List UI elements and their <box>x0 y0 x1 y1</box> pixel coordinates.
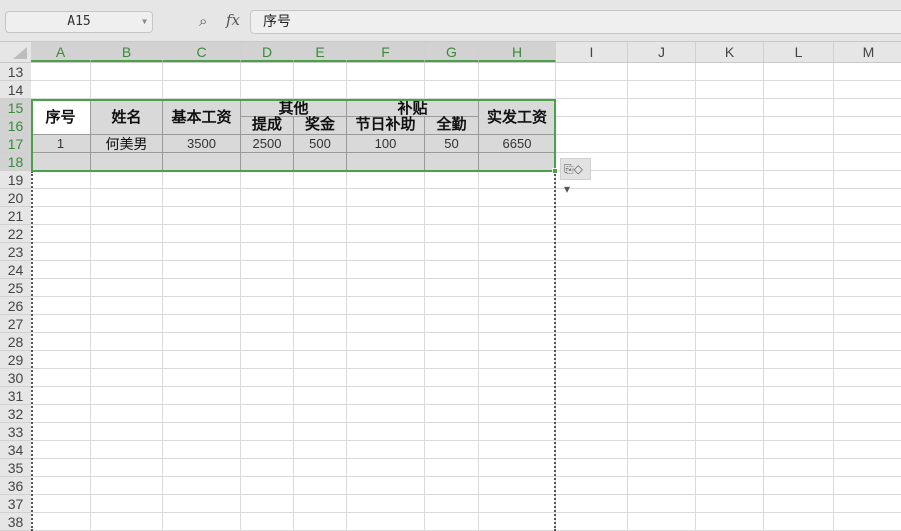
row-header-16[interactable]: 16 <box>0 117 31 135</box>
cell-bonus[interactable]: 500 <box>294 135 347 153</box>
header-attendance[interactable]: 全勤 <box>425 115 479 135</box>
empty-cell[interactable] <box>241 153 294 171</box>
column-header-J[interactable]: J <box>628 42 696 62</box>
grid-line <box>31 368 901 369</box>
formula-bar: A15 ▼ ⌕ fx 序号 <box>0 0 901 42</box>
grid-line <box>31 188 901 189</box>
cell-holiday[interactable]: 100 <box>347 135 425 153</box>
grid-line <box>31 80 901 81</box>
row-header-15[interactable]: 15 <box>0 99 31 117</box>
header-bonus[interactable]: 奖金 <box>294 115 347 135</box>
row-header-37[interactable]: 37 <box>0 495 31 513</box>
fx-label[interactable]: fx <box>226 11 240 29</box>
empty-cell[interactable] <box>425 153 479 171</box>
column-header-C[interactable]: C <box>163 42 241 62</box>
empty-cell[interactable] <box>347 153 425 171</box>
grid-line <box>31 278 901 279</box>
row-header-21[interactable]: 21 <box>0 207 31 225</box>
column-header-H[interactable]: H <box>479 42 556 62</box>
header-holiday[interactable]: 节日补助 <box>347 115 425 135</box>
cell-name[interactable]: 何美男 <box>91 135 163 153</box>
grid-line <box>31 332 901 333</box>
cell-net[interactable]: 6650 <box>479 135 556 153</box>
grid-line <box>31 458 901 459</box>
grid-line <box>31 224 901 225</box>
grid-line <box>31 440 901 441</box>
cell-attendance[interactable]: 50 <box>425 135 479 153</box>
empty-cell[interactable] <box>163 153 241 171</box>
row-header-17[interactable]: 17 <box>0 135 31 153</box>
row-header-35[interactable]: 35 <box>0 459 31 477</box>
grid-line <box>31 494 901 495</box>
column-header-G[interactable]: G <box>425 42 479 62</box>
row-header-14[interactable]: 14 <box>0 81 31 99</box>
column-header-I[interactable]: I <box>556 42 628 62</box>
header-name[interactable]: 姓名 <box>91 99 163 135</box>
zoom-icon[interactable]: ⌕ <box>199 12 207 30</box>
column-header-D[interactable]: D <box>241 42 294 62</box>
row-header-36[interactable]: 36 <box>0 477 31 495</box>
row-header-33[interactable]: 33 <box>0 423 31 441</box>
copy-marquee-right <box>554 99 556 531</box>
select-all-corner[interactable] <box>13 47 27 59</box>
column-header-F[interactable]: F <box>347 42 425 62</box>
column-header-M[interactable]: M <box>834 42 901 62</box>
header-net-salary[interactable]: 实发工资 <box>479 99 556 135</box>
grid-line <box>31 206 901 207</box>
row-header-34[interactable]: 34 <box>0 441 31 459</box>
header-commission[interactable]: 提成 <box>241 115 294 135</box>
header-seq[interactable]: 序号 <box>31 99 91 135</box>
paste-options-icon: ⎘◇ ▾ <box>564 162 583 196</box>
cell-seq[interactable]: 1 <box>31 135 91 153</box>
row-header-13[interactable]: 13 <box>0 63 31 81</box>
column-header-K[interactable]: K <box>696 42 764 62</box>
column-header-B[interactable]: B <box>91 42 163 62</box>
grid-line <box>31 476 901 477</box>
row-header-23[interactable]: 23 <box>0 243 31 261</box>
row-header-28[interactable]: 28 <box>0 333 31 351</box>
row-header-22[interactable]: 22 <box>0 225 31 243</box>
chevron-down-icon[interactable]: ▼ <box>142 12 147 32</box>
row-header-25[interactable]: 25 <box>0 279 31 297</box>
grid-line <box>31 512 901 513</box>
formula-input[interactable]: 序号 <box>250 10 901 34</box>
row-header-29[interactable]: 29 <box>0 351 31 369</box>
grid-line <box>31 296 901 297</box>
empty-cell[interactable] <box>294 153 347 171</box>
fill-handle[interactable] <box>552 168 558 174</box>
row-header-18[interactable]: 18 <box>0 153 31 171</box>
row-header-19[interactable]: 19 <box>0 171 31 189</box>
grid-line <box>31 260 901 261</box>
row-headers: 13 14 15 16 17 18 19 20 21 22 23 24 25 26 27 28 29 30 31 32… <box>0 63 31 531</box>
empty-cell[interactable] <box>479 153 556 171</box>
row-header-38[interactable]: 38 <box>0 513 31 531</box>
row-header-20[interactable]: 20 <box>0 189 31 207</box>
grid-line <box>31 386 901 387</box>
column-header-A[interactable]: A <box>31 42 91 62</box>
cell-commission[interactable]: 2500 <box>241 135 294 153</box>
copy-marquee-left <box>31 171 33 531</box>
column-headers: ABCDEFGHIJKLM <box>0 42 901 63</box>
column-header-E[interactable]: E <box>294 42 347 62</box>
name-box[interactable]: A15 ▼ <box>5 11 153 33</box>
grid-line <box>31 422 901 423</box>
empty-cell[interactable] <box>91 153 163 171</box>
row-header-24[interactable]: 24 <box>0 261 31 279</box>
grid-line <box>31 242 901 243</box>
name-box-value: A15 <box>67 14 91 29</box>
column-header-L[interactable]: L <box>764 42 834 62</box>
row-header-27[interactable]: 27 <box>0 315 31 333</box>
row-header-26[interactable]: 26 <box>0 297 31 315</box>
row-header-32[interactable]: 32 <box>0 405 31 423</box>
empty-cell[interactable] <box>31 153 91 171</box>
salary-table: 序号 姓名 基本工资 其他 提成 奖金 补贴 节日补助 全勤 实发工资 1 何美男 3500 2500 50… <box>31 99 556 171</box>
grid-line <box>31 350 901 351</box>
grid-line <box>31 314 901 315</box>
grid-line <box>31 404 901 405</box>
paste-options-button[interactable]: ⎘◇ ▾ <box>560 158 591 196</box>
cell-base[interactable]: 3500 <box>163 135 241 153</box>
header-base-salary[interactable]: 基本工资 <box>163 99 241 135</box>
row-header-31[interactable]: 31 <box>0 387 31 405</box>
row-header-30[interactable]: 30 <box>0 369 31 387</box>
